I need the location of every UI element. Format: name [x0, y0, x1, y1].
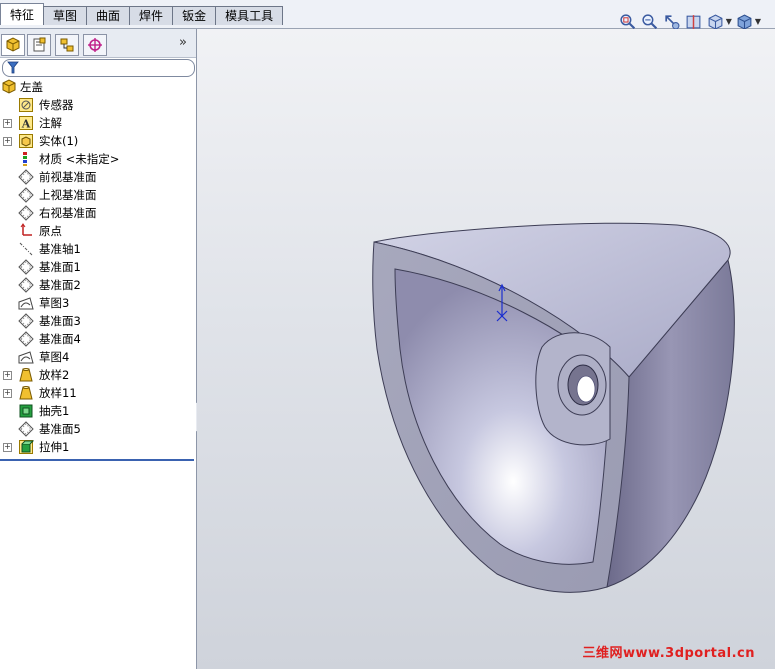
- solid-bodies-icon: [18, 133, 34, 149]
- zoom-area-icon[interactable]: [641, 12, 659, 30]
- command-tab[interactable]: 曲面: [86, 6, 131, 25]
- expand-toggle-icon[interactable]: +: [3, 137, 12, 146]
- rollback-bar[interactable]: [0, 459, 194, 461]
- sketch-icon: [18, 349, 34, 365]
- tree-item[interactable]: + A 注解: [0, 114, 194, 132]
- command-tab[interactable]: 模具工具: [215, 6, 284, 25]
- tree-item-label: 基准面2: [39, 278, 81, 292]
- tree-item-label: 基准轴1: [39, 242, 81, 256]
- graphics-area[interactable]: 三维网www.3dportal.cn: [197, 29, 775, 669]
- tree-filter-input[interactable]: [2, 59, 195, 77]
- expand-toggle-icon[interactable]: +: [3, 389, 12, 398]
- sensor-icon: [18, 97, 34, 113]
- plane-icon: [18, 331, 34, 347]
- plane-icon: [18, 169, 34, 185]
- tree-item[interactable]: 上视基准面: [0, 186, 194, 204]
- tree-item-label: 基准面3: [39, 314, 81, 328]
- zoom-to-fit-icon[interactable]: [619, 12, 637, 30]
- plane-icon: [18, 277, 34, 293]
- command-tab[interactable]: 特征: [0, 3, 45, 25]
- tree-item[interactable]: 右视基准面: [0, 204, 194, 222]
- tree-item[interactable]: 基准面3: [0, 312, 194, 330]
- tree-item[interactable]: 草图4: [0, 348, 194, 366]
- svg-text:A: A: [21, 118, 31, 131]
- tree-item-label: 注解: [39, 116, 62, 130]
- tree-item[interactable]: 基准面1: [0, 258, 194, 276]
- tree-item-label: 抽壳1: [39, 404, 70, 418]
- command-tabs: 特征 草图 曲面 焊件 钣金 模具工具: [0, 3, 284, 25]
- plane-icon: [18, 313, 34, 329]
- previous-view-icon[interactable]: [663, 12, 681, 30]
- tree-item[interactable]: 基准面2: [0, 276, 194, 294]
- view-orientation-dropdown-icon[interactable]: ▼: [726, 17, 732, 26]
- tree-item[interactable]: + 实体(1): [0, 132, 194, 150]
- expand-toggle-icon[interactable]: +: [3, 119, 12, 128]
- command-tab[interactable]: 草图: [43, 6, 88, 25]
- tree-item-label: 放样11: [39, 386, 77, 400]
- tree-item-label: 基准面5: [39, 422, 81, 436]
- loft-icon: [18, 367, 34, 383]
- tree-item[interactable]: + 放样2: [0, 366, 194, 384]
- heads-up-view-toolbar: ▼ ▼: [619, 12, 761, 30]
- tree-item[interactable]: 抽壳1: [0, 402, 194, 420]
- annotation-icon: A: [18, 115, 34, 131]
- tree-item[interactable]: 前视基准面: [0, 168, 194, 186]
- tree-item[interactable]: 基准轴1: [0, 240, 194, 258]
- sketch-icon: [18, 295, 34, 311]
- section-view-icon[interactable]: [685, 12, 703, 30]
- tree-item-label: 放样2: [39, 368, 70, 382]
- tree-item-label: 基准面4: [39, 332, 81, 346]
- command-tab[interactable]: 钣金: [172, 6, 217, 25]
- tree-item-label: 传感器: [39, 98, 74, 112]
- watermark-text: 三维网www.3dportal.cn: [582, 646, 755, 661]
- expand-toggle-icon[interactable]: +: [3, 371, 12, 380]
- command-tab[interactable]: 焊件: [129, 6, 174, 25]
- tree-root-part[interactable]: 左盖: [0, 78, 194, 96]
- tree-item[interactable]: + 拉伸1: [0, 438, 194, 456]
- origin-icon: [18, 223, 34, 239]
- tree-item[interactable]: 基准面5: [0, 420, 194, 438]
- tree-item-label: 拉伸1: [39, 440, 70, 454]
- display-style-dropdown-icon[interactable]: ▼: [755, 17, 761, 26]
- panel-tabs: »: [0, 29, 196, 58]
- tree-item-label: 前视基准面: [39, 170, 97, 184]
- expand-toggle-icon[interactable]: +: [3, 443, 12, 452]
- root-icon: [1, 79, 17, 95]
- display-style-icon[interactable]: [736, 12, 754, 30]
- plane-icon: [18, 205, 34, 221]
- tree-item-label: 右视基准面: [39, 206, 97, 220]
- tree-item[interactable]: + 放样11: [0, 384, 194, 402]
- feature-manager-icon[interactable]: [1, 34, 25, 56]
- property-manager-icon[interactable]: [27, 34, 51, 56]
- command-manager: 特征 草图 曲面 焊件 钣金 模具工具 ▼ ▼: [0, 0, 775, 30]
- plane-icon: [18, 187, 34, 203]
- tree-item-label: 草图4: [39, 350, 70, 364]
- tree-item[interactable]: 基准面4: [0, 330, 194, 348]
- feature-manager-panel: » 左盖传感器 + A 注解 + 实体(1) 材质 <未指定> 前视基准面上视基准面右视基准面…: [0, 29, 197, 669]
- tree-item[interactable]: 草图3: [0, 294, 194, 312]
- tree-item-label: 上视基准面: [39, 188, 97, 202]
- tree-item-label: 材质 <未指定>: [39, 152, 120, 166]
- tree-item-label: 左盖: [20, 80, 43, 94]
- shell-icon: [18, 403, 34, 419]
- axis-icon: [18, 241, 34, 257]
- tree-item[interactable]: 材质 <未指定>: [0, 150, 194, 168]
- dimxpert-icon[interactable]: [83, 34, 107, 56]
- tree-item[interactable]: 传感器: [0, 96, 194, 114]
- tree-item-label: 实体(1): [39, 134, 79, 148]
- tree-item-label: 草图3: [39, 296, 70, 310]
- panel-expand-button[interactable]: »: [179, 35, 187, 50]
- part-model[interactable]: [197, 29, 775, 669]
- tree-item-label: 基准面1: [39, 260, 81, 274]
- tree-item[interactable]: 原点: [0, 222, 194, 240]
- filter-icon: [7, 61, 19, 74]
- extrude-icon: [18, 439, 34, 455]
- material-icon: [18, 151, 34, 167]
- plane-icon: [18, 421, 34, 437]
- view-orientation-icon[interactable]: [707, 12, 725, 30]
- configuration-manager-icon[interactable]: [55, 34, 79, 56]
- tree-item-label: 原点: [39, 224, 62, 238]
- plane-icon: [18, 259, 34, 275]
- loft-icon: [18, 385, 34, 401]
